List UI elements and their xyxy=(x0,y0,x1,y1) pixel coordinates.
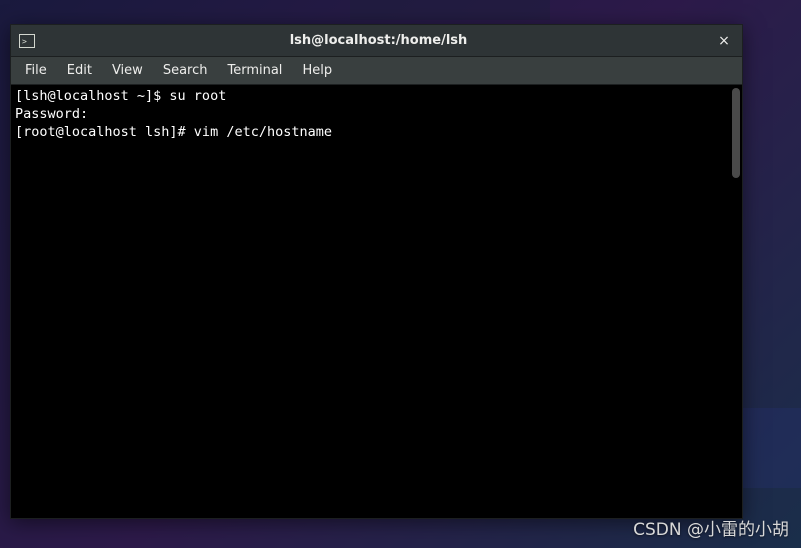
terminal-window: lsh@localhost:/home/lsh × File Edit View… xyxy=(10,24,743,519)
terminal-line: [lsh@localhost ~]$ su root xyxy=(15,87,738,105)
close-button[interactable]: × xyxy=(714,31,734,51)
background-decoration xyxy=(350,0,550,20)
terminal-content[interactable]: [lsh@localhost ~]$ su root Password: [ro… xyxy=(11,85,742,518)
window-titlebar[interactable]: lsh@localhost:/home/lsh × xyxy=(11,25,742,57)
menu-search[interactable]: Search xyxy=(153,59,218,82)
menu-help[interactable]: Help xyxy=(292,59,342,82)
terminal-icon xyxy=(19,34,35,48)
watermark-text: CSDN @小雷的小胡 xyxy=(633,515,789,540)
menubar: File Edit View Search Terminal Help xyxy=(11,57,742,85)
menu-edit[interactable]: Edit xyxy=(57,59,102,82)
menu-view[interactable]: View xyxy=(102,59,153,82)
window-title: lsh@localhost:/home/lsh xyxy=(43,33,714,48)
terminal-line: [root@localhost lsh]# vim /etc/hostname xyxy=(15,123,738,141)
terminal-line: Password: xyxy=(15,105,738,123)
menu-file[interactable]: File xyxy=(15,59,57,82)
menu-terminal[interactable]: Terminal xyxy=(217,59,292,82)
scrollbar-thumb[interactable] xyxy=(732,88,740,178)
